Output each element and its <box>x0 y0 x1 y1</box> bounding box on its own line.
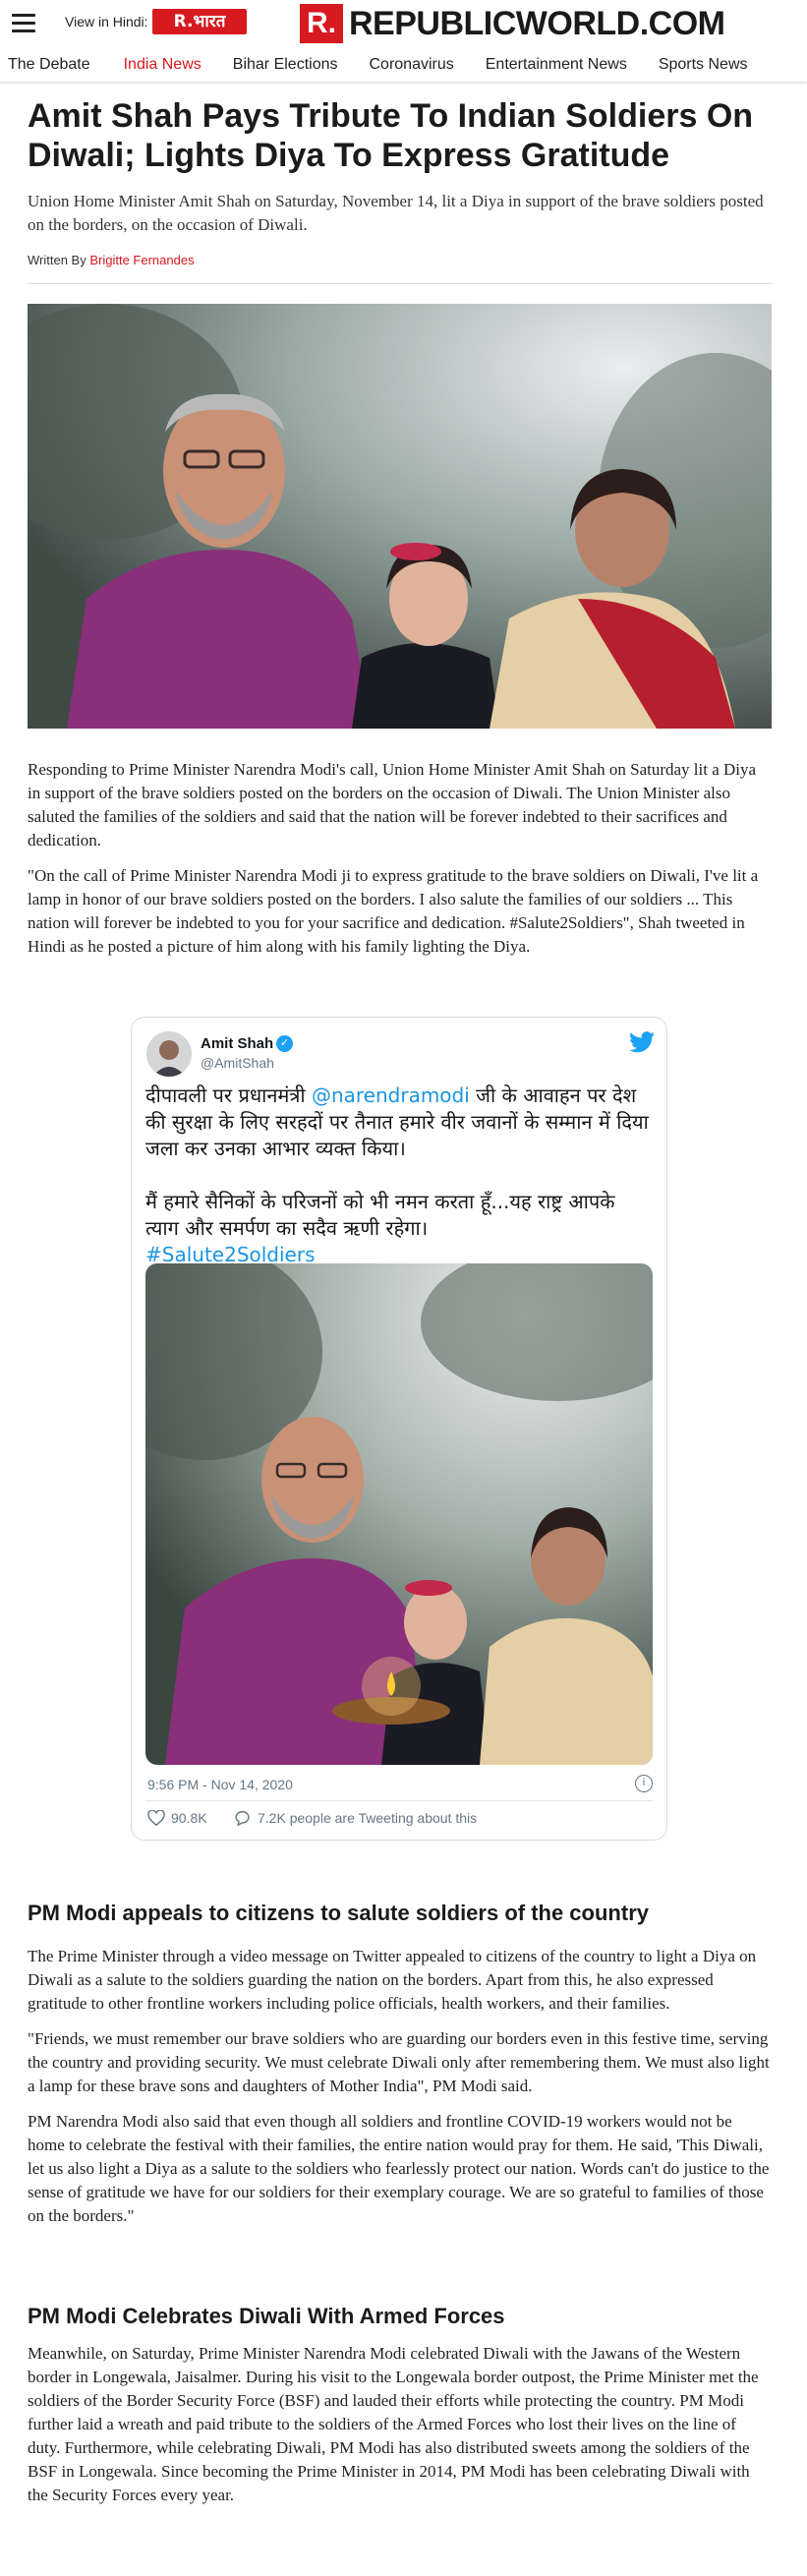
view-in-hindi-label: View in Hindi: <box>65 14 148 29</box>
nav-item-the-debate[interactable]: The Debate <box>0 49 90 82</box>
verified-badge-icon: ✓ <box>276 1035 293 1052</box>
article-paragraph: PM Narendra Modi also said that even tho… <box>28 2112 770 2225</box>
hindi-site-link[interactable]: R.भारत <box>152 9 247 34</box>
hero-image <box>28 304 772 729</box>
like-button[interactable]: 90.8K <box>147 1810 207 1826</box>
nav-item-sports-news[interactable]: Sports News <box>651 49 748 82</box>
article-paragraph: "Friends, we must remember our brave sol… <box>28 2029 770 2095</box>
tweet-image[interactable] <box>145 1263 653 1765</box>
brand-name: REPUBLICWORLD.COM <box>349 4 725 42</box>
author-link[interactable]: Brigitte Fernandes <box>89 253 194 267</box>
tweet-timestamp[interactable]: 9:56 PM - Nov 14, 2020 <box>147 1777 293 1792</box>
info-icon[interactable]: i <box>635 1775 653 1792</box>
menu-icon[interactable] <box>12 14 35 33</box>
category-nav: The Debate India News Bihar Elections Co… <box>0 49 807 83</box>
site-header: View in Hindi: R.भारत R. REPUBLICWORLD.C… <box>0 0 807 49</box>
nav-item-india-news[interactable]: India News <box>116 49 202 82</box>
avatar[interactable] <box>146 1031 192 1077</box>
tweet-text-segment: मैं हमारे सैनिकों के परिजनों को भी नमन क… <box>145 1190 615 1240</box>
embedded-tweet[interactable]: Amit Shah ✓ @AmitShah दीपावली पर प्रधानम… <box>131 1017 667 1841</box>
mention-link[interactable]: @narendramodi <box>312 1083 470 1107</box>
twitter-bird-icon[interactable] <box>629 1031 655 1053</box>
reply-bubble-icon <box>235 1810 250 1826</box>
article-title: Amit Shah Pays Tribute To Indian Soldier… <box>28 97 754 174</box>
article: Amit Shah Pays Tribute To Indian Soldier… <box>28 96 772 959</box>
tweet-author-name[interactable]: Amit Shah <box>201 1035 273 1052</box>
tweet-text: दीपावली पर प्रधानमंत्री @narendramodi जी… <box>145 1083 652 1268</box>
article-paragraph: The Prime Minister through a video messa… <box>28 1947 757 2013</box>
conversation-link[interactable]: 7.2K people are Tweeting about this <box>234 1810 477 1826</box>
article-paragraph: Meanwhile, on Saturday, Prime Minister N… <box>28 2344 759 2504</box>
site-logo[interactable]: R. REPUBLICWORLD.COM <box>300 2 725 45</box>
divider <box>145 1800 653 1801</box>
byline: Written By Brigitte Fernandes <box>28 253 772 267</box>
nav-item-coronavirus[interactable]: Coronavirus <box>361 49 453 82</box>
nav-item-entertainment-news[interactable]: Entertainment News <box>478 49 627 82</box>
section-heading: PM Modi appeals to citizens to salute so… <box>28 1901 649 1925</box>
article-summary: Union Home Minister Amit Shah on Saturda… <box>28 192 764 234</box>
brand-mark: R. <box>300 4 343 43</box>
article-section: PM Modi Celebrates Diwali With Armed For… <box>28 2303 772 2507</box>
tweeting-about-count: 7.2K people are Tweeting about this <box>258 1810 478 1826</box>
article-section: PM Modi appeals to citizens to salute so… <box>28 1900 772 2228</box>
like-count: 90.8K <box>171 1810 207 1826</box>
nav-item-bihar-elections[interactable]: Bihar Elections <box>225 49 338 82</box>
divider <box>28 283 772 284</box>
article-paragraph: Responding to Prime Minister Narendra Mo… <box>28 760 757 849</box>
section-heading: PM Modi Celebrates Diwali With Armed For… <box>28 2304 505 2328</box>
tweet-text-segment: दीपावली पर प्रधानमंत्री <box>145 1083 312 1107</box>
heart-icon <box>147 1810 165 1826</box>
tweet-handle[interactable]: @AmitShah <box>201 1055 274 1071</box>
byline-prefix: Written By <box>28 253 86 267</box>
article-paragraph: "On the call of Prime Minister Narendra … <box>28 866 759 956</box>
